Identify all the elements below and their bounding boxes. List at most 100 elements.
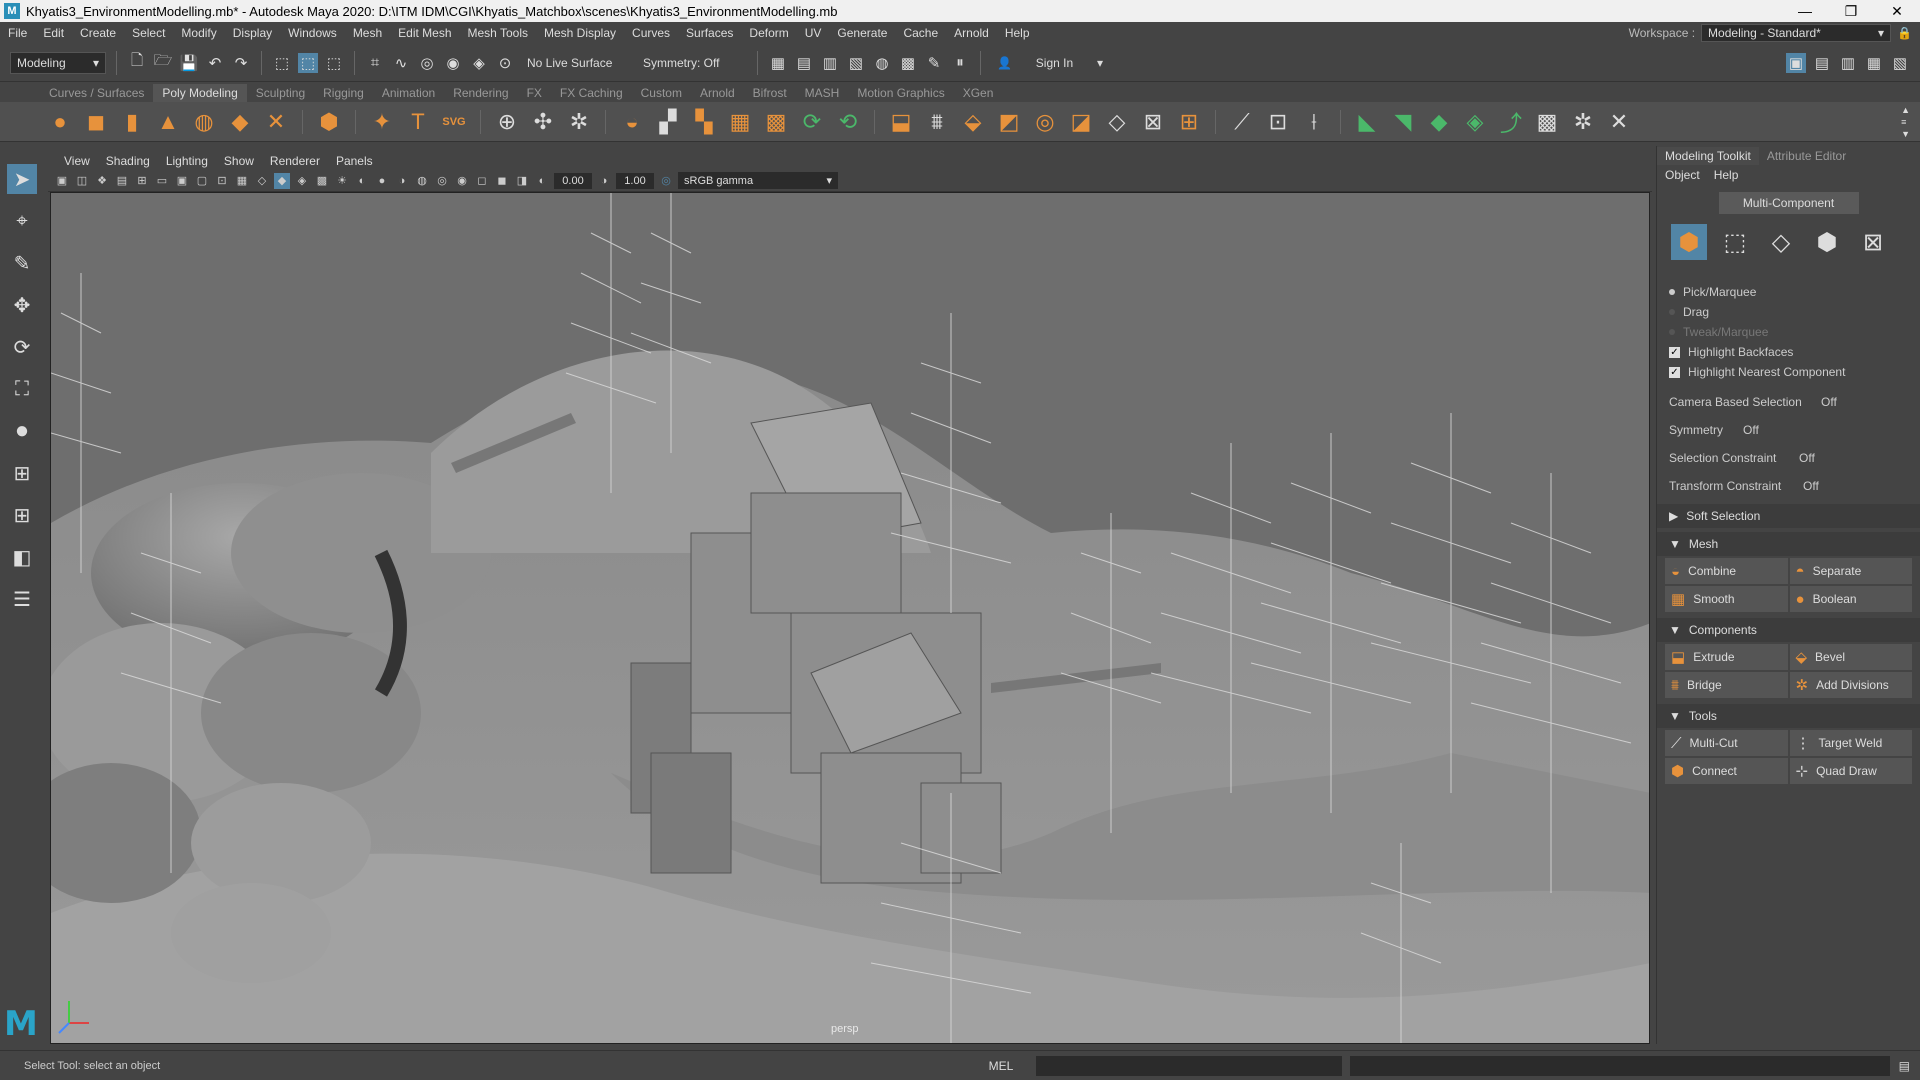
bridge-icon[interactable]: ⩩ [923,108,951,136]
automatic-uv-icon[interactable]: ◈ [1461,108,1489,136]
poly-cylinder-icon[interactable]: ▮ [118,108,146,136]
shelf-tab-bifrost[interactable]: Bifrost [744,84,796,102]
smooth-shade-icon[interactable]: ◆ [274,172,290,189]
menu-modify[interactable]: Modify [173,26,224,40]
attribute-editor-toggle-icon[interactable]: ▤ [1812,53,1832,73]
four-view-layout-icon[interactable]: ⊞ [7,500,37,530]
render-frame-icon[interactable]: ▤ [794,53,814,73]
insert-edge-loop-icon[interactable]: ⊡ [1264,108,1292,136]
gamma-field[interactable]: 1.00 [616,172,654,189]
image-plane-icon[interactable]: ▤ [114,173,130,189]
layer-editor-toggle-icon[interactable]: ▧ [1890,53,1910,73]
save-scene-icon[interactable]: 💾 [179,53,199,73]
boolean-intersection-icon[interactable]: ⟲ [834,108,862,136]
poly-cube-icon[interactable]: ◼ [82,108,110,136]
layout-icon[interactable]: ✕ [1605,108,1633,136]
shadows-icon[interactable]: ◐ [354,173,370,189]
multisample-aa-icon[interactable]: ◍ [414,173,430,189]
transform-constraint-row[interactable]: Transform Constraint Off [1657,472,1920,500]
menu-mesh-display[interactable]: Mesh Display [536,26,624,40]
sculpt-icon[interactable]: ⊕ [493,108,521,136]
boolean-union-icon[interactable]: ▩ [762,108,790,136]
3d-viewport[interactable]: persp [50,192,1650,1044]
shelf-tab-motion-graphics[interactable]: Motion Graphics [848,84,953,102]
face-mode-icon[interactable]: ⬢ [1809,224,1845,260]
snap-point-icon[interactable]: ◎ [417,53,437,73]
minimize-button[interactable]: — [1782,0,1828,22]
cylindrical-uv-icon[interactable]: ◥ [1389,108,1417,136]
render-settings-icon[interactable]: ▧ [846,53,866,73]
planar-uv-icon[interactable]: ◣ [1353,108,1381,136]
freeze-transform-icon[interactable]: ✲ [565,108,593,136]
view-transform-dropdown[interactable]: sRGB gamma ▾ [678,172,838,189]
viewport-menu-lighting[interactable]: Lighting [158,154,216,168]
workspace-dropdown[interactable]: Modeling - Standard* ▾ [1701,24,1892,42]
snap-view-icon[interactable]: ◉ [443,53,463,73]
toolkit-menu-object[interactable]: Object [1665,168,1700,182]
render-view-icon[interactable]: ▦ [768,53,788,73]
poke-icon[interactable]: ◇ [1103,108,1131,136]
poly-torus-icon[interactable]: ◍ [190,108,218,136]
menu-curves[interactable]: Curves [624,26,678,40]
shelf-tab-poly-modeling[interactable]: Poly Modeling [153,84,247,102]
pause-icon[interactable]: ⏸ [950,53,970,73]
restore-button[interactable]: ❐ [1828,0,1874,22]
exposure-icon[interactable]: ◐ [534,173,550,189]
select-component-icon[interactable]: ⬚ [324,53,344,73]
light-editor-icon[interactable]: ✎ [924,53,944,73]
add-divisions-button[interactable]: ✲ Add Divisions [1789,672,1912,698]
quad-draw-button[interactable]: ⊹ Quad Draw [1789,758,1912,784]
separate-button[interactable]: ◓ Separate [1789,558,1912,584]
object-mode-cube-icon[interactable]: ⬢ [1671,224,1707,260]
components-section-header[interactable]: ▼ Components [1657,618,1920,642]
live-surface-field[interactable]: No Live Surface [521,51,631,74]
isolate-select-icon[interactable]: ◉ [454,173,470,189]
poly-disc-icon[interactable]: ✕ [262,108,290,136]
separate-icon[interactable]: ▞ [654,108,682,136]
bevel-button[interactable]: ⬙ Bevel [1789,644,1912,670]
snap-surface-icon[interactable]: ◈ [469,53,489,73]
selection-constraint-row[interactable]: Selection Constraint Off [1657,444,1920,472]
menu-arnold[interactable]: Arnold [946,26,997,40]
scale-tool-icon[interactable]: ⛶ [7,374,37,404]
poly-plane-icon[interactable]: ◆ [226,108,254,136]
channel-box-toggle-icon[interactable]: ▦ [1864,53,1884,73]
menu-deform[interactable]: Deform [741,26,796,40]
persp-graph-layout-icon[interactable]: ◧ [7,542,37,572]
poly-sphere-icon[interactable]: ● [46,108,74,136]
shelf-tab-fx-caching[interactable]: FX Caching [551,84,632,102]
camera-attributes-icon[interactable]: ◫ [74,173,90,189]
highlight-backfaces-checkbox[interactable]: ✓ Highlight Backfaces [1657,342,1920,362]
sign-in-dropdown[interactable]: 👤 Sign In ▾ [991,51,1109,74]
snap-curve-icon[interactable]: ∿ [391,53,411,73]
offset-edge-loop-icon[interactable]: ⟊ [1300,108,1328,136]
uv-mode-icon[interactable]: ⊠ [1855,224,1891,260]
fill-hole-icon[interactable]: ◎ [1031,108,1059,136]
menuset-dropdown[interactable]: Modeling ▾ [10,51,106,74]
shelf-up-icon[interactable]: ▲ [1901,105,1910,115]
lock-icon[interactable]: 🔒 [1897,26,1912,40]
uv-editor-icon[interactable]: ⤴ [1497,108,1525,136]
spherical-uv-icon[interactable]: ◆ [1425,108,1453,136]
multi-component-button[interactable]: Multi-Component [1718,192,1859,214]
platonic-solid-icon[interactable]: ⬢ [315,108,343,136]
menu-generate[interactable]: Generate [829,26,895,40]
menu-edit[interactable]: Edit [35,26,72,40]
last-tool-sphere-icon[interactable]: ● [7,416,37,446]
field-chart-icon[interactable]: ⊡ [214,173,230,189]
single-perspective-layout-icon[interactable]: ⊞ [7,458,37,488]
ipr-render-icon[interactable]: ▥ [820,53,840,73]
film-gate-icon[interactable]: ▭ [154,173,170,189]
connect-button[interactable]: ⬢ Connect [1665,758,1788,784]
shelf-menu-icon[interactable]: ≡ [1901,117,1910,127]
viewport-menu-shading[interactable]: Shading [98,154,158,168]
exposure-field[interactable]: 0.00 [554,172,592,189]
gamma-icon[interactable]: ◑ [596,173,612,189]
textured-icon[interactable]: ▩ [314,173,330,189]
menu-mesh-tools[interactable]: Mesh Tools [460,26,536,40]
safe-action-icon[interactable]: ▦ [234,173,250,189]
shelf-down-icon[interactable]: ▼ [1901,129,1910,139]
menu-select[interactable]: Select [124,26,173,40]
highlight-nearest-component-checkbox[interactable]: ✓ Highlight Nearest Component [1657,362,1920,382]
ambient-occlusion-icon[interactable]: ● [374,173,390,189]
